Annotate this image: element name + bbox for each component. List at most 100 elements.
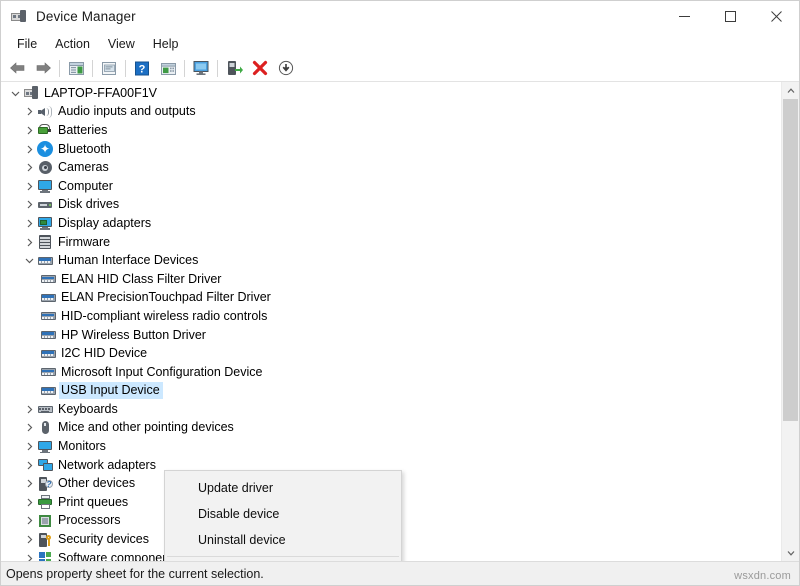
disable-device-icon[interactable]	[273, 57, 299, 79]
tree-node-audio-inputs-and-outputs[interactable]: Audio inputs and outputs	[1, 103, 781, 122]
tree-node-microsoft-input-configuration-device[interactable]: Microsoft Input Configuration Device	[1, 363, 781, 382]
properties-icon[interactable]	[96, 57, 122, 79]
computer-icon	[23, 85, 39, 101]
status-bar: Opens property sheet for the current sel…	[1, 561, 799, 585]
software-component-icon	[37, 550, 53, 561]
tree-node-disk-drives[interactable]: Disk drives	[1, 196, 781, 215]
tree-node-label: HID-compliant wireless radio controls	[61, 309, 267, 324]
tree-node-keyboards[interactable]: Keyboards	[1, 400, 781, 419]
menu-help[interactable]: Help	[144, 35, 188, 53]
chevron-right-icon[interactable]	[21, 182, 37, 191]
toolbar-separator	[125, 60, 126, 77]
camera-icon	[37, 160, 53, 176]
tree-node-firmware[interactable]: Firmware	[1, 233, 781, 252]
bluetooth-icon: ✦	[37, 141, 53, 157]
tree-node-label: Security devices	[58, 532, 149, 547]
chevron-right-icon[interactable]	[21, 145, 37, 154]
tree-node-label: Microsoft Input Configuration Device	[61, 365, 262, 380]
context-menu[interactable]: Update driver Disable device Uninstall d…	[164, 470, 402, 561]
context-menu-item-uninstall-device[interactable]: Uninstall device	[165, 527, 401, 553]
chevron-right-icon[interactable]	[21, 107, 37, 116]
tree-node-label: Processors	[58, 513, 121, 528]
maximize-button[interactable]	[707, 1, 753, 32]
tree-node-monitors[interactable]: Monitors	[1, 437, 781, 456]
tree-node-label-selected: USB Input Device	[59, 382, 163, 399]
scan-for-hardware-changes-icon[interactable]	[188, 57, 214, 79]
chevron-right-icon[interactable]	[21, 423, 37, 432]
tree-node-elan-precisiontouchpad-filter-driver[interactable]: ELAN PrecisionTouchpad Filter Driver	[1, 289, 781, 308]
tree-node-cameras[interactable]: Cameras	[1, 158, 781, 177]
tree-node-label: Audio inputs and outputs	[58, 104, 196, 119]
toolbar-separator	[217, 60, 218, 77]
tree-node-batteries[interactable]: Batteries	[1, 121, 781, 140]
tree-node-display-adapters[interactable]: Display adapters	[1, 214, 781, 233]
chevron-right-icon[interactable]	[21, 126, 37, 135]
chevron-right-icon[interactable]	[21, 219, 37, 228]
chevron-right-icon[interactable]	[21, 442, 37, 451]
tree-node-mice-and-other-pointing-devices[interactable]: Mice and other pointing devices	[1, 419, 781, 438]
tree-node-label: Network adapters	[58, 458, 156, 473]
svg-text:?: ?	[139, 63, 146, 75]
tree-node-label: ELAN PrecisionTouchpad Filter Driver	[61, 290, 271, 305]
chevron-right-icon[interactable]	[21, 405, 37, 414]
keyboard-icon	[37, 401, 53, 417]
tree-node-usb-input-device[interactable]: USB Input Device	[1, 382, 781, 401]
hid-icon	[37, 253, 53, 269]
vertical-scrollbar[interactable]	[781, 82, 799, 561]
context-menu-item-disable-device[interactable]: Disable device	[165, 501, 401, 527]
chevron-right-icon[interactable]	[21, 479, 37, 488]
chevron-right-icon[interactable]	[21, 516, 37, 525]
back-arrow-icon[interactable]	[4, 57, 30, 79]
tree-node-hid-compliant-wireless-radio-controls[interactable]: HID-compliant wireless radio controls	[1, 307, 781, 326]
scroll-down-button[interactable]	[782, 544, 799, 561]
tree-node-elan-hid-class-filter-driver[interactable]: ELAN HID Class Filter Driver	[1, 270, 781, 289]
device-tree[interactable]: LAPTOP-FFA00F1V Audio inputs and outputs…	[1, 82, 781, 561]
chevron-down-icon[interactable]	[21, 256, 37, 265]
hid-icon	[40, 383, 56, 399]
device-manager-window: Device Manager File Action View Help	[0, 0, 800, 586]
chevron-right-icon[interactable]	[21, 163, 37, 172]
scrollbar-thumb[interactable]	[783, 99, 798, 421]
tree-root-node[interactable]: LAPTOP-FFA00F1V	[1, 84, 781, 103]
chevron-right-icon[interactable]	[21, 461, 37, 470]
context-menu-separator	[167, 556, 399, 557]
close-button[interactable]	[753, 1, 799, 32]
tree-node-bluetooth[interactable]: ✦ Bluetooth	[1, 140, 781, 159]
tree-node-human-interface-devices[interactable]: Human Interface Devices	[1, 251, 781, 270]
chevron-right-icon[interactable]	[21, 498, 37, 507]
context-menu-item-update-driver[interactable]: Update driver	[165, 475, 401, 501]
menu-bar: File Action View Help	[1, 32, 799, 55]
tree-node-label: Cameras	[58, 160, 109, 175]
context-menu-item-scan-for-hardware-changes[interactable]: Scan for hardware changes	[165, 560, 401, 561]
tree-node-hp-wireless-button-driver[interactable]: HP Wireless Button Driver	[1, 326, 781, 345]
menu-file[interactable]: File	[8, 35, 46, 53]
menu-action[interactable]: Action	[46, 35, 99, 53]
tree-node-computer[interactable]: Computer	[1, 177, 781, 196]
chevron-right-icon[interactable]	[21, 535, 37, 544]
update-driver-icon[interactable]	[221, 57, 247, 79]
menu-view[interactable]: View	[99, 35, 144, 53]
chevron-down-icon[interactable]	[7, 89, 23, 98]
chevron-right-icon[interactable]	[21, 238, 37, 247]
chevron-right-icon[interactable]	[21, 200, 37, 209]
minimize-button[interactable]	[661, 1, 707, 32]
tree-node-label: Firmware	[58, 235, 110, 250]
uninstall-device-icon[interactable]	[247, 57, 273, 79]
chevron-right-icon[interactable]	[21, 554, 37, 561]
toolbar-separator	[59, 60, 60, 77]
title-bar: Device Manager	[1, 1, 799, 32]
mouse-icon	[37, 420, 53, 436]
help-icon[interactable]: ?	[129, 57, 155, 79]
forward-arrow-icon[interactable]	[30, 57, 56, 79]
tree-node-i2c-hid-device[interactable]: I2C HID Device	[1, 344, 781, 363]
hid-icon	[40, 346, 56, 362]
tree-node-label: Computer	[58, 179, 113, 194]
show-hide-console-tree-icon[interactable]	[63, 57, 89, 79]
other-device-icon: ?	[37, 476, 53, 492]
tree-node-label: Human Interface Devices	[58, 253, 198, 268]
show-hide-action-pane-icon[interactable]	[155, 57, 181, 79]
hid-icon	[40, 308, 56, 324]
tree-node-label: HP Wireless Button Driver	[61, 328, 206, 343]
battery-icon	[37, 122, 53, 138]
scroll-up-button[interactable]	[782, 82, 799, 99]
